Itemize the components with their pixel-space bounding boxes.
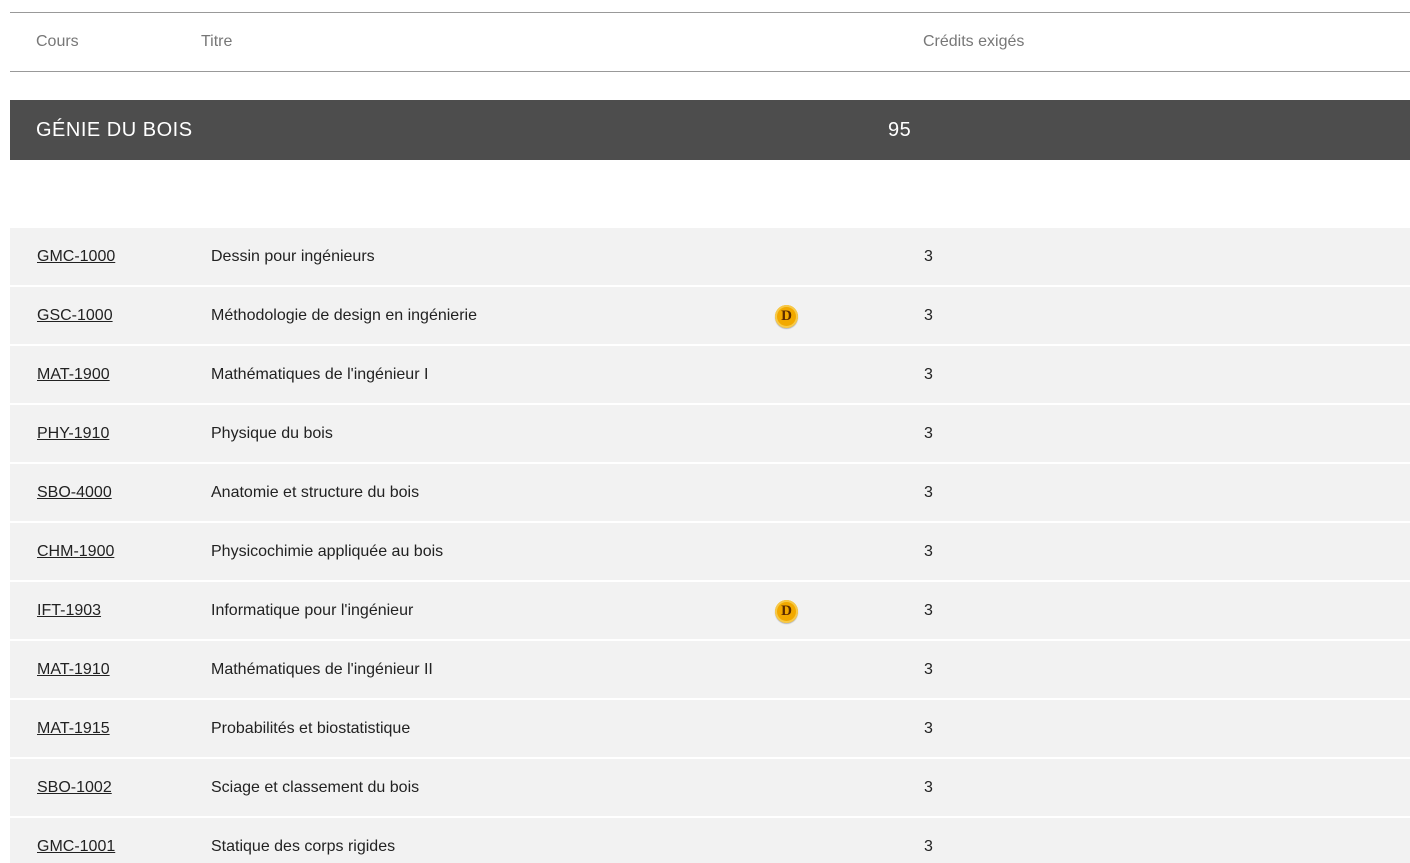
course-code-link[interactable]: CHM-1900 xyxy=(37,543,114,561)
course-row: IFT-1903 Informatique pour l'ingénieur D… xyxy=(10,582,1410,639)
course-credits: 3 xyxy=(924,838,933,855)
course-code-link[interactable]: SBO-1002 xyxy=(37,779,112,797)
course-credits: 3 xyxy=(924,307,933,324)
column-header-row: Cours Titre Crédits exigés xyxy=(10,12,1410,72)
course-title: Statique des corps rigides xyxy=(211,838,396,855)
section-credits: 95 xyxy=(888,119,912,141)
course-code-link[interactable]: MAT-1900 xyxy=(37,366,110,384)
course-row: MAT-1900 Mathématiques de l'ingénieur I … xyxy=(10,346,1410,403)
course-row: SBO-1002 Sciage et classement du bois D … xyxy=(10,759,1410,816)
d-badge-icon: D xyxy=(775,600,798,623)
section-title: GÉNIE DU BOIS xyxy=(36,119,193,141)
course-title: Mathématiques de l'ingénieur I xyxy=(211,366,429,383)
column-header-credits: Crédits exigés xyxy=(923,33,1025,50)
course-row: GSC-1000 Méthodologie de design en ingén… xyxy=(10,287,1410,344)
d-badge-icon: D xyxy=(775,305,798,328)
course-title: Informatique pour l'ingénieur xyxy=(211,602,414,619)
course-row: CHM-1900 Physicochimie appliquée au bois… xyxy=(10,523,1410,580)
course-title: Physique du bois xyxy=(211,425,333,442)
course-title: Mathématiques de l'ingénieur II xyxy=(211,661,433,678)
course-title: Physicochimie appliquée au bois xyxy=(211,543,444,560)
course-list: GMC-1000 Dessin pour ingénieurs D 3 GSC-… xyxy=(10,228,1410,863)
section-header: GÉNIE DU BOIS 95 xyxy=(10,100,1410,160)
course-row: GMC-1001 Statique des corps rigides D 3 xyxy=(10,818,1410,863)
course-credits: 3 xyxy=(924,425,933,442)
course-row: SBO-4000 Anatomie et structure du bois D… xyxy=(10,464,1410,521)
course-row: MAT-1915 Probabilités et biostatistique … xyxy=(10,700,1410,757)
course-code-link[interactable]: GMC-1000 xyxy=(37,248,115,266)
course-code-link[interactable]: SBO-4000 xyxy=(37,484,112,502)
course-title: Méthodologie de design en ingénierie xyxy=(211,307,477,324)
course-credits: 3 xyxy=(924,720,933,737)
program-page: Cours Titre Crédits exigés GÉNIE DU BOIS… xyxy=(0,0,1410,863)
column-header-titre: Titre xyxy=(201,33,233,50)
course-code-link[interactable]: GSC-1000 xyxy=(37,307,113,325)
course-code-link[interactable]: MAT-1910 xyxy=(37,661,110,679)
course-credits: 3 xyxy=(924,543,933,560)
course-title: Anatomie et structure du bois xyxy=(211,484,420,501)
course-credits: 3 xyxy=(924,602,933,619)
course-code-link[interactable]: GMC-1001 xyxy=(37,838,115,856)
course-row: MAT-1910 Mathématiques de l'ingénieur II… xyxy=(10,641,1410,698)
course-code-link[interactable]: IFT-1903 xyxy=(37,602,101,620)
course-title: Probabilités et biostatistique xyxy=(211,720,411,737)
course-credits: 3 xyxy=(924,484,933,501)
course-credits: 3 xyxy=(924,661,933,678)
course-credits: 3 xyxy=(924,248,933,265)
course-credits: 3 xyxy=(924,366,933,383)
course-title: Sciage et classement du bois xyxy=(211,779,420,796)
column-header-cours: Cours xyxy=(36,33,79,50)
course-title: Dessin pour ingénieurs xyxy=(211,248,375,265)
course-row: PHY-1910 Physique du bois D 3 xyxy=(10,405,1410,462)
course-code-link[interactable]: MAT-1915 xyxy=(37,720,110,738)
course-row: GMC-1000 Dessin pour ingénieurs D 3 xyxy=(10,228,1410,285)
course-code-link[interactable]: PHY-1910 xyxy=(37,425,109,443)
course-credits: 3 xyxy=(924,779,933,796)
